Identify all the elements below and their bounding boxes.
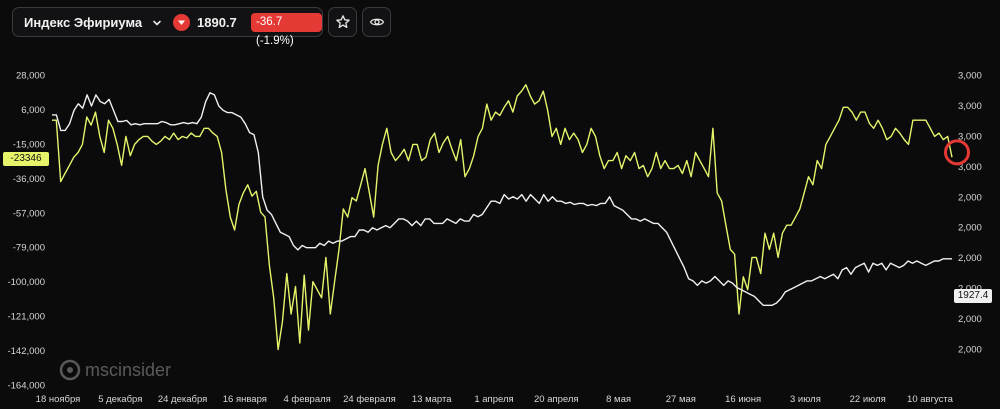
y-axis-right: 3,0003,0003,0003,0002,0002,0002,0002,000… <box>958 71 982 356</box>
x-tick-label: 10 августа <box>907 394 954 405</box>
y-right-tick-label: 2,000 <box>958 223 982 234</box>
y-left-tick-label: -121,000 <box>7 312 45 323</box>
y-right-tick-label: 2,000 <box>958 192 982 203</box>
highlight-circle-marker <box>944 139 970 166</box>
x-tick-label: 8 мая <box>606 394 631 405</box>
x-tick-label: 27 мая <box>666 394 696 405</box>
y-left-tick-label: -142,000 <box>7 346 45 357</box>
x-tick-label: 16 января <box>223 394 267 405</box>
x-tick-label: 1 апреля <box>474 394 513 405</box>
x-tick-label: 3 июля <box>790 394 821 405</box>
y-right-tick-label: 3,000 <box>958 71 982 82</box>
y-right-tick-label: 2,000 <box>958 345 982 356</box>
y-left-tick-label: -36,000 <box>13 174 45 185</box>
y-right-tick-label: 2,000 <box>958 314 982 325</box>
left-current-value-tag: -23346 <box>3 152 49 166</box>
y-left-tick-label: 28,000 <box>16 71 45 82</box>
y-axis-left: 28,000 6,000 -15,000 -36,000 -57,000 -79,000 -… <box>7 71 45 392</box>
y-left-tick-label: -79,000 <box>13 243 45 254</box>
y-left-tick-label: -57,000 <box>13 208 45 219</box>
logo-icon <box>59 359 81 381</box>
white-series-line <box>52 92 952 306</box>
chart-plot: 28,000 6,000 -15,000 -36,000 -57,000 -79,000 -… <box>7 71 982 406</box>
x-tick-label: 18 ноября <box>36 394 81 405</box>
right-current-value-tag: 1927.4 <box>954 289 992 303</box>
watermark-text: mscinsider <box>85 360 172 380</box>
x-tick-label: 24 февраля <box>343 394 396 405</box>
y-right-tick-label: 2,000 <box>958 253 982 264</box>
y-left-tick-label: -15,000 <box>13 139 45 150</box>
x-tick-label: 22 июля <box>850 394 886 405</box>
x-tick-label: 13 марта <box>412 394 452 405</box>
x-tick-label: 4 февраля <box>283 394 330 405</box>
y-right-tick-label: 3,000 <box>958 101 982 112</box>
x-axis: 18 ноября 5 декабря 24 декабря 16 января 4 ф… <box>36 394 954 405</box>
y-left-tick-label: -164,000 <box>7 381 45 392</box>
x-tick-label: 16 июня <box>725 394 761 405</box>
x-tick-label: 20 апреля <box>534 394 579 405</box>
x-tick-label: 24 декабря <box>158 394 207 405</box>
lime-series-line <box>52 84 953 351</box>
y-left-tick-label: 6,000 <box>21 105 45 116</box>
marker-layer <box>944 139 970 166</box>
x-tick-label: 5 декабря <box>98 394 142 405</box>
series-layer <box>52 84 953 351</box>
y-left-tick-label: -100,000 <box>7 277 45 288</box>
